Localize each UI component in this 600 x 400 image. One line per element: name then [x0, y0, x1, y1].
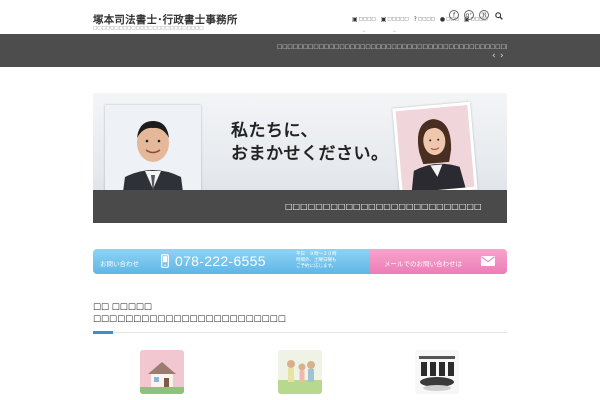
nav-item-2[interactable]: ▣ □□□□□ ⌄ [380, 15, 409, 34]
briefcase-icon: ▣ [352, 15, 358, 23]
hero-image: 私たちに、 おまかせください。 □□□□□□□□□□□□□□□□□□□□□□□□… [93, 93, 507, 223]
section-title-line2: □□□□□□□□□□□□□□□□□□□□□□□□ [93, 314, 286, 324]
nav-item-label: □□□□ [358, 16, 376, 22]
mail-contact-button[interactable]: メールでのお問い合わせは [370, 249, 507, 274]
hero-caption-bar: □□□□□□□□□□□□□□□□□□□□□□□□□□ [93, 190, 507, 223]
nav-item-1[interactable]: ▣ □□□□ ⌄ [352, 15, 376, 34]
news-banner: □□□□□□□□□□□□□□□□□□□□□□□□□□□□□□□□□□□□□□□□… [0, 34, 600, 67]
chevron-right-icon[interactable]: › [500, 52, 504, 61]
section-title-line1: □□ □□□□□ [93, 302, 152, 312]
business-hours: 平日 ９時〜２０時 時間外、土曜日曜も ご予約に応じます。 [296, 252, 337, 270]
chevron-left-icon[interactable]: ‹ [492, 52, 496, 61]
site-tagline: □□□□□□□□□□□□□□□□□□□□□□□□□□ [93, 26, 204, 31]
google-plus-icon[interactable]: g⁺ [464, 10, 474, 20]
hero-message: 私たちに、 おまかせください。 [231, 120, 389, 166]
nav-item-label: □□□□ [417, 16, 435, 22]
hero-message-line1: 私たちに、 [231, 121, 318, 141]
section-divider-accent [93, 331, 113, 334]
section-divider [93, 332, 507, 333]
nav-item-label: □□□□□ [387, 16, 409, 22]
facebook-icon[interactable]: f [449, 10, 459, 20]
hero-message-line2: おまかせください。 [231, 144, 389, 164]
envelope-icon [481, 256, 495, 266]
hero-caption: □□□□□□□□□□□□□□□□□□□□□□□□□□ [285, 202, 482, 211]
contact-label: お問い合わせ [100, 260, 139, 268]
chevron-down-icon: ⌄ [392, 27, 397, 34]
contact-bar: お問い合わせ 078-222-6555 平日 ９時〜２０時 時間外、土曜日曜も … [93, 249, 507, 274]
chevron-down-icon: ⌄ [361, 27, 366, 34]
phone-contact[interactable]: お問い合わせ 078-222-6555 平日 ９時〜２０時 時間外、土曜日曜も … [93, 249, 370, 274]
info-icon: ● [439, 15, 446, 23]
service-thumbnail-family[interactable] [278, 350, 322, 394]
service-thumbnail-office[interactable] [415, 350, 459, 394]
question-icon: ? [413, 15, 417, 23]
briefcase-icon: ▣ [380, 15, 387, 23]
service-thumbnail-house[interactable] [140, 350, 184, 394]
rss-icon[interactable]: ℜ [479, 10, 489, 20]
staff-photo [392, 101, 478, 197]
banner-text[interactable]: □□□□□□□□□□□□□□□□□□□□□□□□□□□□□□□□□□□□□□□□… [277, 44, 507, 50]
section-title: □□ □□□□□ □□□□□□□□□□□□□□□□□□□□□□□□ [93, 301, 286, 325]
phone-number[interactable]: 078-222-6555 [175, 253, 266, 269]
mobile-phone-icon [161, 254, 169, 268]
site-header: 塚本司法書士･行政書士事務所 □□□□□□□□□□□□□□□□□□□□□□□□□… [0, 0, 600, 34]
nav-item-3[interactable]: ? □□□□ [414, 16, 435, 23]
search-icon[interactable] [495, 12, 503, 20]
mail-contact-label: メールでのお問い合わせは [384, 260, 462, 268]
hours-line: ご予約に応じます。 [296, 264, 337, 269]
site-title[interactable]: 塚本司法書士･行政書士事務所 [93, 12, 238, 27]
